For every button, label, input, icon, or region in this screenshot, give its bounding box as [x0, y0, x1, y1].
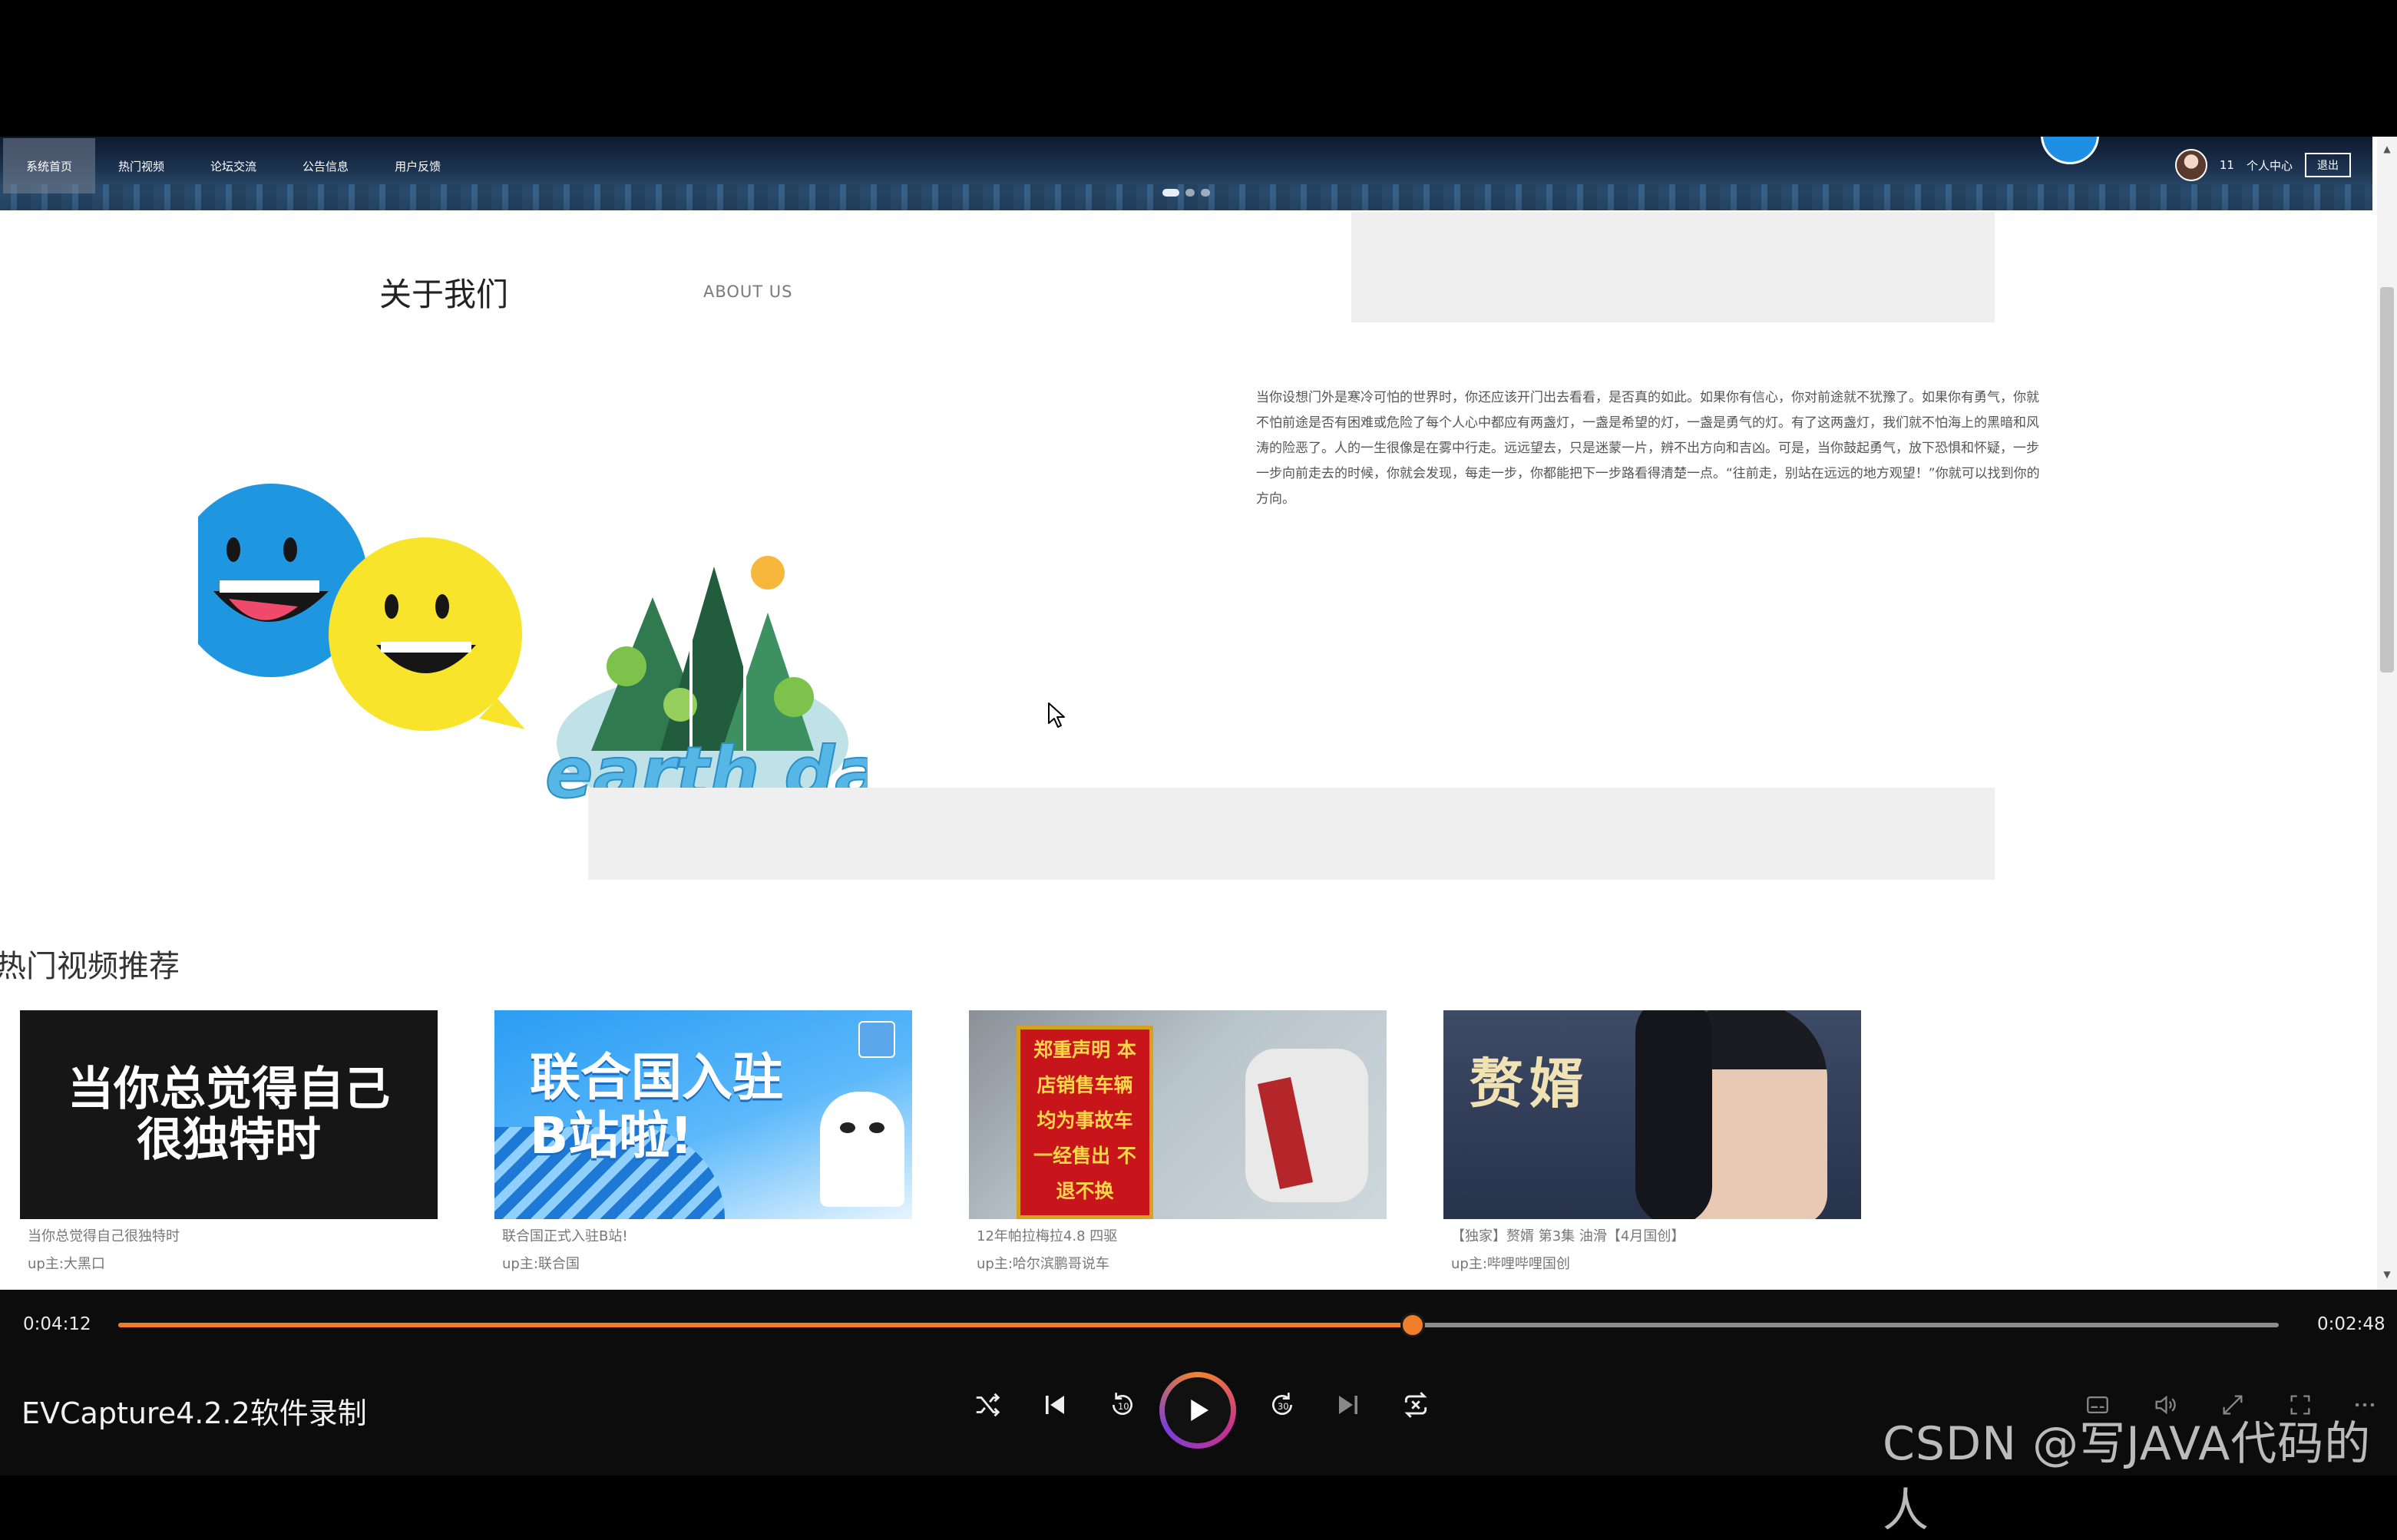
- current-time: 0:04:12: [23, 1314, 91, 1334]
- rewind-10-icon: 10: [1113, 1393, 1132, 1415]
- carousel-dot-2[interactable]: [1185, 189, 1195, 197]
- video-uploader: up主:联合国: [502, 1256, 580, 1272]
- un-emblem-icon: [858, 1021, 895, 1058]
- user-area: 11 个人中心 退出: [2174, 149, 2351, 181]
- scrollbar-thumb[interactable]: [2380, 287, 2394, 673]
- avatar[interactable]: [2174, 149, 2207, 181]
- video-uploader: up主:哈尔滨鹏哥说车: [977, 1256, 1109, 1272]
- play-button[interactable]: [1159, 1372, 1236, 1449]
- video-card[interactable]: 赘婿 【独家】赘婿 第3集 油滑【4月国创】 up主:哔哩哔哩国创: [1443, 1010, 1861, 1276]
- nav-item-feedback[interactable]: 用户反馈: [372, 138, 464, 193]
- floating-avatar-ball[interactable]: [2041, 137, 2099, 164]
- csdn-watermark: CSDN @写JAVA代码的人: [1883, 1417, 2372, 1538]
- repeat-button[interactable]: [1394, 1383, 1437, 1426]
- thumbnail-object: [1245, 1049, 1368, 1202]
- carousel-dot-1[interactable]: [1162, 189, 1179, 197]
- thumbnail-caption: 当你总觉得自己很独特时: [68, 1062, 390, 1167]
- skip-previous-icon: [1046, 1396, 1064, 1414]
- thumbnail-caption: 赘婿: [1470, 1052, 1589, 1115]
- screen: 系统首页 热门视频 论坛交流 公告信息 用户反馈 11 个人中心 退出 关于我们…: [0, 0, 2397, 1538]
- video-uploader: up主:哔哩哔哩国创: [1451, 1256, 1570, 1272]
- recording-title: EVCapture4.2.2软件录制: [21, 1396, 367, 1430]
- video-card[interactable]: 郑重声明 本店销售车辆 均为事故车 一经售出 不退不换 12年帕拉梅拉4.8 四…: [969, 1010, 1387, 1276]
- about-text: 当你设想门外是寒冷可怕的世界时，你还应该开门出去看看，是否真的如此。如果你有信心…: [1256, 390, 2040, 507]
- play-icon: [1191, 1400, 1208, 1421]
- about-image-placeholder-top: [1351, 212, 1995, 322]
- progress-bar[interactable]: [118, 1313, 2279, 1337]
- video-title[interactable]: 【独家】赘婿 第3集 油滑【4月国创】: [1451, 1225, 1861, 1248]
- carousel-indicators: [1162, 189, 1210, 197]
- video-card[interactable]: 联合国入驻B站啦! 联合国正式入驻B站! up主:联合国: [494, 1010, 912, 1276]
- total-time: 0:02:48: [2317, 1314, 2385, 1334]
- nav-item-home[interactable]: 系统首页: [3, 138, 96, 193]
- mouse-cursor-icon: [1048, 702, 1065, 728]
- about-title: 关于我们: [379, 276, 509, 313]
- video-card[interactable]: 当你总觉得自己很独特时 当你总觉得自己很独特时 up主:大黑口: [20, 1010, 438, 1276]
- chat-smileys-illustration: [198, 484, 525, 731]
- character-figure: [1635, 1010, 1827, 1219]
- carousel-dot-3[interactable]: [1201, 189, 1210, 197]
- skip-next-icon: [1339, 1396, 1357, 1414]
- svg-text:10: 10: [1118, 1401, 1129, 1412]
- thumbnail-caption: 郑重声明 本店销售车辆 均为事故车 一经售出 不退不换: [1033, 1039, 1136, 1202]
- browser-viewport: 系统首页 热门视频 论坛交流 公告信息 用户反馈 11 个人中心 退出 关于我们…: [0, 137, 2397, 1290]
- shuffle-button[interactable]: [966, 1383, 1009, 1426]
- scroll-down-icon[interactable]: ▼: [2382, 1270, 2392, 1279]
- media-player: 0:04:12 0:02:48 EVCapture4.2.2软件录制 10 30: [0, 1290, 2397, 1538]
- notice-sign: 郑重声明 本店销售车辆 均为事故车 一经售出 不退不换: [1017, 1026, 1153, 1219]
- progress-fill: [118, 1323, 1413, 1327]
- play-button-inner: [1165, 1377, 1231, 1443]
- nav-item-hot-videos[interactable]: 热门视频: [95, 138, 187, 193]
- repeat-icon: [1404, 1392, 1427, 1418]
- nav-menu: 系统首页 热门视频 论坛交流 公告信息 用户反馈: [3, 138, 464, 193]
- thumbnail-caption: 联合国入驻B站啦!: [530, 1048, 783, 1165]
- video-title[interactable]: 联合国正式入驻B站!: [502, 1225, 912, 1248]
- rewind-button[interactable]: 10: [1101, 1383, 1144, 1426]
- shuffle-icon: [976, 1393, 1000, 1417]
- about-subtitle: ABOUT US: [703, 283, 793, 301]
- video-thumbnail[interactable]: 郑重声明 本店销售车辆 均为事故车 一经售出 不退不换: [969, 1010, 1387, 1219]
- user-center-link[interactable]: 个人中心: [2247, 157, 2293, 173]
- username: 11: [2219, 158, 2234, 172]
- forward-30-icon: 30: [1272, 1393, 1292, 1415]
- forward-button[interactable]: 30: [1261, 1383, 1304, 1426]
- hot-videos-title: 热门视频推荐: [0, 949, 180, 984]
- scroll-up-icon[interactable]: ▲: [2382, 144, 2392, 154]
- earth-day-illustration: earth day: [544, 556, 868, 812]
- video-thumbnail[interactable]: 赘婿: [1443, 1010, 1861, 1219]
- mascot-figure: [820, 1092, 904, 1207]
- about-image-placeholder-bottom: [588, 788, 1995, 880]
- top-navbar: 系统首页 热门视频 论坛交流 公告信息 用户反馈 11 个人中心 退出: [0, 137, 2372, 210]
- previous-button[interactable]: [1033, 1383, 1076, 1426]
- nav-item-announcements[interactable]: 公告信息: [279, 138, 372, 193]
- nav-item-forum[interactable]: 论坛交流: [187, 138, 279, 193]
- next-button[interactable]: [1327, 1383, 1370, 1426]
- progress-handle[interactable]: [1400, 1313, 1425, 1337]
- video-thumbnail[interactable]: 当你总觉得自己很独特时: [20, 1010, 438, 1219]
- logout-button[interactable]: 退出: [2305, 153, 2351, 177]
- video-uploader: up主:大黑口: [28, 1256, 105, 1272]
- video-title[interactable]: 当你总觉得自己很独特时: [28, 1225, 438, 1248]
- svg-text:30: 30: [1278, 1401, 1289, 1412]
- video-title[interactable]: 12年帕拉梅拉4.8 四驱: [977, 1225, 1387, 1248]
- video-thumbnail[interactable]: 联合国入驻B站啦!: [494, 1010, 912, 1219]
